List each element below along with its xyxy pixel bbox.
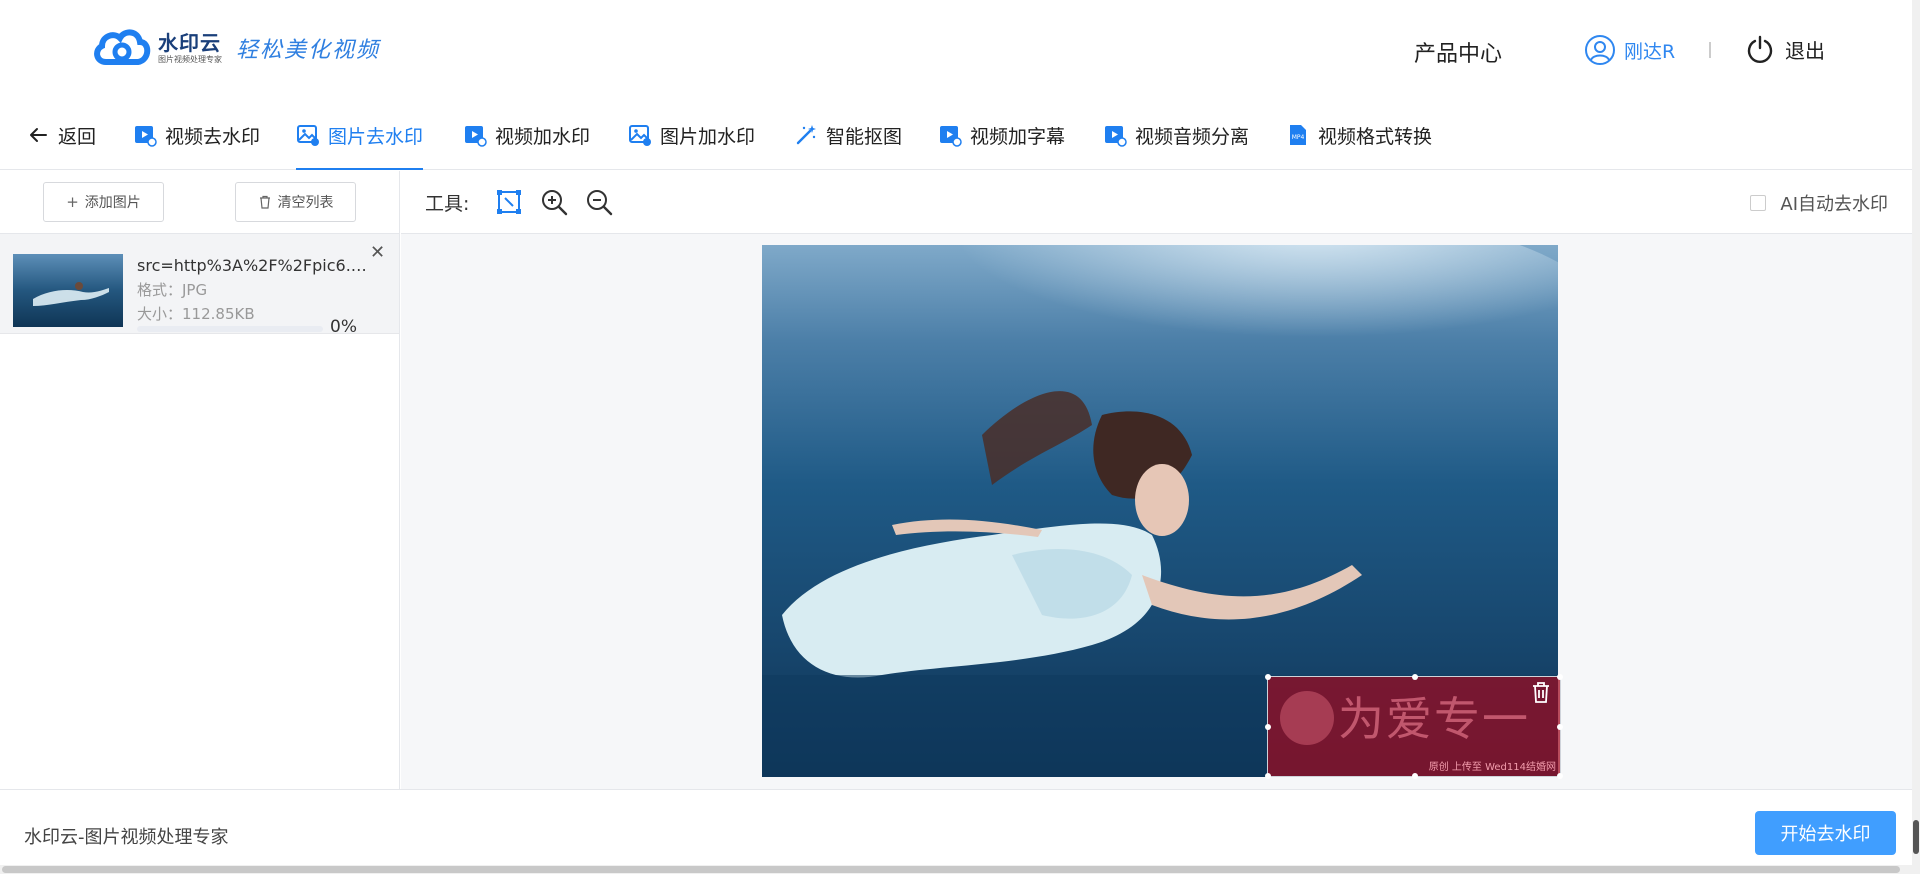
watermark-selection[interactable]: 为爱专一 原创 上传至 Wed114结婚网 — [1265, 674, 1563, 779]
progress-bar — [137, 326, 323, 332]
logout-button[interactable]: 退出 — [1745, 34, 1825, 64]
feature-nav: 返回 视频去水印 图片去水印 视频加水印 图片加水印 智能抠图 视频加字幕 视频… — [0, 100, 1912, 170]
plus-icon: + — [66, 193, 79, 211]
start-remove-watermark-button[interactable]: 开始去水印 — [1755, 811, 1896, 855]
editor-toolbar: 工具: AI自动去水印 — [401, 171, 1912, 234]
progress-percent: 0% — [330, 317, 357, 337]
file-name: src=http%3A%2F%2Fpic6.we... — [137, 256, 379, 275]
ai-auto-remove-toggle[interactable]: AI自动去水印 — [1750, 190, 1888, 216]
app-header: 水印云 图片视频处理专家 轻松美化视频 产品中心 刚达R 退出 — [0, 0, 1912, 100]
tab-image-remove-watermark[interactable]: 图片去水印 — [296, 100, 424, 170]
logo-name: 水印云 — [158, 31, 221, 55]
username: 刚达R — [1624, 40, 1676, 63]
resize-handle[interactable] — [1557, 724, 1563, 730]
tab-image-add-watermark[interactable]: 图片加水印 — [628, 100, 755, 170]
magic-wand-icon — [796, 125, 816, 145]
watermark-caption: 原创 上传至 Wed114结婚网 — [1428, 762, 1556, 773]
tab-audio-separation[interactable]: 视频音频分离 — [1103, 100, 1249, 170]
tab-smart-cutout[interactable]: 智能抠图 — [794, 100, 902, 170]
ai-auto-label: AI自动去水印 — [1780, 194, 1888, 215]
tab-video-subtitles[interactable]: 视频加字幕 — [938, 100, 1065, 170]
tab-format-conversion[interactable]: MP4 视频格式转换 — [1286, 100, 1432, 170]
zoom-out-icon[interactable] — [585, 188, 613, 216]
resize-handle[interactable] — [1265, 773, 1271, 779]
tab-label: 图片加水印 — [660, 125, 756, 148]
tools-label: 工具: — [425, 193, 470, 215]
heart-logo-icon — [1280, 691, 1334, 745]
header-divider — [1709, 42, 1711, 58]
resize-handle[interactable] — [1265, 674, 1271, 680]
mp4-file-icon: MP4 — [1290, 125, 1306, 145]
tab-label: 视频加水印 — [495, 125, 591, 148]
logo[interactable]: 水印云 图片视频处理专家 轻松美化视频 — [92, 26, 380, 70]
ai-auto-checkbox[interactable] — [1750, 195, 1767, 211]
scrollbar-thumb[interactable] — [2, 866, 1900, 873]
select-region-icon[interactable] — [495, 188, 523, 216]
resize-handle[interactable] — [1557, 674, 1563, 680]
file-list-panel: + 添加图片 清空列表 src=http%3A%2F%2Fpic6.we... … — [0, 171, 400, 789]
user-avatar-icon — [1585, 35, 1615, 65]
delete-selection-icon[interactable] — [1528, 679, 1554, 705]
resize-handle[interactable] — [1557, 773, 1563, 779]
image-icon — [297, 125, 319, 146]
watermark-text: 为爱专一 — [1338, 692, 1530, 746]
footer-brand: 水印云-图片视频处理专家 — [24, 827, 229, 848]
back-button[interactable]: 返回 — [26, 100, 96, 170]
clear-list-button[interactable]: 清空列表 — [235, 182, 356, 222]
video-icon — [135, 126, 157, 147]
video-icon — [465, 126, 487, 147]
file-thumbnail — [13, 254, 123, 327]
cloud-logo-icon — [94, 29, 151, 65]
video-icon — [1105, 126, 1127, 147]
svg-text:MP4: MP4 — [1292, 134, 1305, 141]
product-center-link[interactable]: 产品中心 — [1414, 36, 1502, 68]
tab-video-add-watermark[interactable]: 视频加水印 — [463, 100, 590, 170]
file-list-toolbar: + 添加图片 清空列表 — [0, 171, 399, 234]
video-icon — [940, 126, 962, 147]
user-menu[interactable]: 刚达R — [1584, 34, 1675, 66]
tab-label: 视频音频分离 — [1135, 125, 1250, 148]
vertical-scrollbar[interactable] — [1912, 0, 1920, 874]
tab-label: 视频去水印 — [165, 125, 261, 148]
clear-list-label: 清空列表 — [277, 195, 334, 211]
resize-handle[interactable] — [1412, 674, 1418, 680]
tab-label: 视频加字幕 — [970, 125, 1066, 148]
logo-slogan: 轻松美化视频 — [236, 38, 381, 63]
back-label: 返回 — [58, 125, 97, 148]
logout-label: 退出 — [1785, 38, 1825, 63]
tab-video-remove-watermark[interactable]: 视频去水印 — [133, 100, 260, 170]
tab-label: 智能抠图 — [826, 125, 903, 148]
tab-label: 视频格式转换 — [1318, 125, 1433, 148]
resize-handle[interactable] — [1412, 773, 1418, 779]
remove-file-icon[interactable]: ✕ — [370, 242, 385, 263]
file-list-item[interactable]: src=http%3A%2F%2Fpic6.we... 格式：JPG 大小：11… — [0, 234, 399, 337]
tab-label: 图片去水印 — [328, 125, 424, 148]
editor-workspace: 工具: AI自动去水印 为爱专一 原创 上传至 Wed114结婚网 — [401, 171, 1912, 789]
resize-handle[interactable] — [1265, 724, 1271, 730]
scrollbar-thumb[interactable] — [1913, 820, 1919, 854]
file-size: 大小：112.85KB — [137, 305, 255, 323]
logo-subtitle: 图片视频处理专家 — [158, 55, 222, 64]
zoom-in-icon[interactable] — [540, 188, 568, 216]
trash-icon — [259, 195, 270, 209]
footer-bar: 水印云-图片视频处理专家 开始去水印 — [0, 789, 1912, 865]
add-image-button[interactable]: + 添加图片 — [43, 182, 164, 222]
add-image-label: 添加图片 — [84, 195, 141, 211]
horizontal-scrollbar[interactable] — [0, 865, 1912, 874]
file-format: 格式：JPG — [137, 281, 208, 299]
arrow-left-icon — [30, 128, 47, 142]
power-icon — [1747, 35, 1773, 63]
image-icon — [629, 125, 651, 146]
